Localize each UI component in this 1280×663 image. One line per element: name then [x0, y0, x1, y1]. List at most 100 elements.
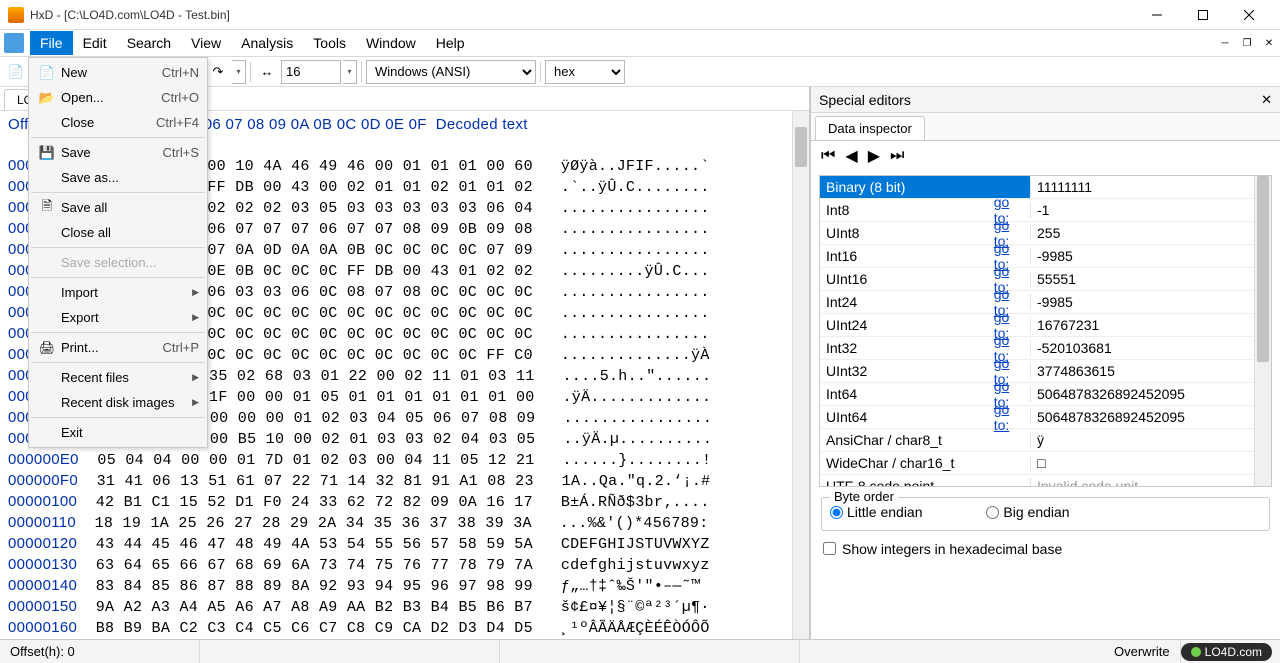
- child-restore-button[interactable]: ❐: [1236, 32, 1258, 54]
- menu-analysis[interactable]: Analysis: [231, 31, 303, 55]
- inspector-value[interactable]: 3774863615: [1030, 363, 1271, 379]
- inspector-type-name: Binary (8 bit): [820, 179, 1020, 195]
- inspector-value[interactable]: Invalid code unit: [1030, 478, 1271, 486]
- bytes-per-row-dropdown[interactable]: ▾: [343, 60, 357, 84]
- inspector-type-name: Int8: [820, 202, 994, 218]
- inspector-value[interactable]: -9985: [1030, 294, 1271, 310]
- inspector-row[interactable]: UInt16go to:55551: [820, 268, 1271, 291]
- nav-last-button[interactable]: ⏭: [890, 147, 904, 165]
- menu-file[interactable]: File: [30, 31, 73, 55]
- window-title: HxD - [C:\LO4D.com\LO4D - Test.bin]: [30, 8, 230, 22]
- watermark-badge: LO4D.com: [1181, 643, 1272, 661]
- inspector-row[interactable]: UInt8go to:255: [820, 222, 1271, 245]
- inspector-type-name: UInt32: [820, 363, 994, 379]
- toolbar-new-button[interactable]: 📄: [4, 60, 28, 84]
- inspector-value[interactable]: 16767231: [1030, 317, 1271, 333]
- nav-first-button[interactable]: ⏮: [821, 147, 835, 165]
- inspector-row[interactable]: AnsiChar / char8_t ÿ: [820, 429, 1271, 452]
- big-endian-radio[interactable]: Big endian: [986, 504, 1069, 520]
- child-close-button[interactable]: ✕: [1258, 32, 1280, 54]
- inspector-row[interactable]: UInt24go to:16767231: [820, 314, 1271, 337]
- menu-search[interactable]: Search: [117, 31, 181, 55]
- app-icon: [8, 7, 24, 23]
- titlebar: HxD - [C:\LO4D.com\LO4D - Test.bin]: [0, 0, 1280, 30]
- file-menu-save-all[interactable]: 🗎Save all: [31, 195, 205, 220]
- file-menu-exit[interactable]: Exit: [31, 420, 205, 445]
- hex-base-checkbox[interactable]: [823, 542, 836, 555]
- data-inspector-table: Binary (8 bit) 11111111 Int8go to:-1UInt8g…: [819, 175, 1272, 487]
- inspector-row[interactable]: Int24go to:-9985: [820, 291, 1271, 314]
- inspector-type-name: WideChar / char16_t: [820, 455, 1020, 471]
- file-menu-save-as[interactable]: Save as...: [31, 165, 205, 190]
- encoding-select[interactable]: Windows (ANSI): [366, 60, 536, 84]
- inspector-row[interactable]: Int8go to:-1: [820, 199, 1271, 222]
- special-editors-panel: Special editors ✕ Data inspector ⏮ ◀ ▶ ⏭…: [810, 87, 1280, 639]
- inspector-value[interactable]: 255: [1030, 225, 1271, 241]
- inspector-row[interactable]: Int16go to:-9985: [820, 245, 1271, 268]
- status-offset: Offset(h): 0: [0, 640, 200, 663]
- file-menu-new[interactable]: 📄NewCtrl+N: [31, 60, 205, 85]
- inspector-value[interactable]: -1: [1030, 202, 1271, 218]
- file-menu-close[interactable]: CloseCtrl+F4: [31, 110, 205, 135]
- file-menu-save[interactable]: 💾SaveCtrl+S: [31, 140, 205, 165]
- document-icon: [4, 33, 24, 53]
- inspector-value[interactable]: 55551: [1030, 271, 1271, 287]
- inspector-value[interactable]: ÿ: [1030, 432, 1271, 448]
- close-button[interactable]: [1226, 0, 1272, 30]
- inspector-type-name: Int16: [820, 248, 994, 264]
- nav-prev-button[interactable]: ◀: [845, 146, 857, 166]
- toolbar-redo-button[interactable]: ↷: [206, 60, 230, 84]
- save-all-icon: 🗎: [37, 200, 57, 216]
- menu-window[interactable]: Window: [356, 31, 426, 55]
- special-editors-title: Special editors: [819, 92, 911, 108]
- inspector-value[interactable]: -520103681: [1030, 340, 1271, 356]
- inspector-type-name: Int64: [820, 386, 994, 402]
- bytes-per-row-input[interactable]: [281, 60, 341, 84]
- inspector-row[interactable]: UInt64go to:5064878326892452095: [820, 406, 1271, 429]
- byte-order-group: Byte order Little endian Big endian: [821, 497, 1270, 531]
- file-menu-import[interactable]: Import▶: [31, 280, 205, 305]
- special-editors-close-button[interactable]: ✕: [1261, 92, 1272, 108]
- nav-next-button[interactable]: ▶: [868, 146, 880, 166]
- inspector-type-name: UInt16: [820, 271, 994, 287]
- inspector-value[interactable]: 5064878326892452095: [1030, 386, 1271, 402]
- file-menu-open[interactable]: 📂Open...Ctrl+O: [31, 85, 205, 110]
- inspector-value[interactable]: 11111111: [1030, 179, 1271, 195]
- inspector-type-name: UInt24: [820, 317, 994, 333]
- file-menu-print[interactable]: 🖨Print...Ctrl+P: [31, 335, 205, 360]
- minimize-button[interactable]: [1134, 0, 1180, 30]
- file-menu-export[interactable]: Export▶: [31, 305, 205, 330]
- inspector-type-name: Int32: [820, 340, 994, 356]
- data-inspector-tab[interactable]: Data inspector: [815, 116, 925, 140]
- menubar: File Edit Search View Analysis Tools Win…: [0, 30, 1280, 57]
- file-menu-save-selection[interactable]: Save selection...: [31, 250, 205, 275]
- hex-scrollbar[interactable]: [792, 111, 809, 639]
- menu-edit[interactable]: Edit: [73, 31, 117, 55]
- file-menu-recent-disk[interactable]: Recent disk images▶: [31, 390, 205, 415]
- file-menu-dropdown: 📄NewCtrl+N 📂Open...Ctrl+O CloseCtrl+F4 💾…: [28, 57, 208, 448]
- toolbar-redo-dropdown[interactable]: ▾: [232, 60, 246, 84]
- inspector-row[interactable]: Int64go to:5064878326892452095: [820, 383, 1271, 406]
- hex-base-label: Show integers in hexadecimal base: [842, 541, 1062, 557]
- little-endian-radio[interactable]: Little endian: [830, 504, 923, 520]
- inspector-row[interactable]: Int32go to:-520103681: [820, 337, 1271, 360]
- maximize-button[interactable]: [1180, 0, 1226, 30]
- print-icon: 🖨: [37, 340, 57, 356]
- menu-help[interactable]: Help: [426, 31, 475, 55]
- inspector-row[interactable]: Binary (8 bit) 11111111: [820, 176, 1271, 199]
- inspector-row[interactable]: UTF-8 code pointInvalid code unit: [820, 475, 1271, 486]
- child-minimize-button[interactable]: ─: [1214, 32, 1236, 54]
- inspector-row[interactable]: WideChar / char16_t □: [820, 452, 1271, 475]
- new-icon: 📄: [37, 65, 57, 81]
- inspector-value[interactable]: -9985: [1030, 248, 1271, 264]
- file-menu-close-all[interactable]: Close all: [31, 220, 205, 245]
- inspector-scrollbar[interactable]: [1254, 176, 1271, 486]
- base-select[interactable]: hex: [545, 60, 625, 84]
- inspector-row[interactable]: UInt32go to:3774863615: [820, 360, 1271, 383]
- inspector-value[interactable]: 5064878326892452095: [1030, 409, 1271, 425]
- menu-tools[interactable]: Tools: [303, 31, 356, 55]
- inspector-value[interactable]: □: [1030, 455, 1271, 471]
- inspector-type-name: AnsiChar / char8_t: [820, 432, 1020, 448]
- file-menu-recent-files[interactable]: Recent files▶: [31, 365, 205, 390]
- menu-view[interactable]: View: [181, 31, 231, 55]
